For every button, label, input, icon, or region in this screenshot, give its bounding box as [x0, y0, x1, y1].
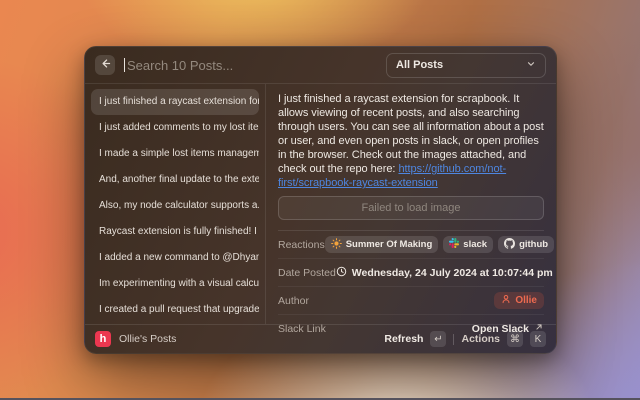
- date-posted-label: Date Posted: [278, 267, 336, 279]
- sun-icon: [331, 238, 342, 252]
- date-text: Wednesday, 24 July 2024 at 10:07:44 pm: [352, 267, 553, 279]
- person-icon: [501, 294, 511, 307]
- enter-keycap: ↵: [430, 331, 446, 347]
- date-posted-row: Date Posted Wednesday, 24 July 2024 at 1…: [278, 259, 544, 287]
- list-item[interactable]: Also, my node calculator supports a...: [91, 193, 259, 219]
- posts-list: I just finished a raycast extension for.…: [85, 84, 266, 324]
- back-button[interactable]: [95, 55, 115, 75]
- reaction-pill-summer: Summer Of Making: [325, 236, 439, 253]
- list-item[interactable]: I made a simple lost items managem...: [91, 141, 259, 167]
- slack-icon: [449, 238, 459, 251]
- detail-panel: I just finished a raycast extension for …: [266, 84, 556, 324]
- k-keycap: K: [530, 331, 546, 347]
- search-field-wrap: [124, 58, 377, 73]
- reaction-pill-github: github: [498, 236, 554, 253]
- author-name: Ollie: [515, 295, 537, 306]
- reaction-label: slack: [463, 239, 487, 250]
- footer-actions: Refresh ↵ Actions ⌘ K: [384, 331, 546, 347]
- author-row: Author Ollie: [278, 287, 544, 315]
- reactions-row: Reactions Summer Of Making slack gith: [278, 231, 544, 259]
- reactions-value: Summer Of Making slack github: [325, 236, 544, 253]
- list-item[interactable]: Im experimenting with a visual calcul...: [91, 271, 259, 297]
- chevron-down-icon: [526, 56, 536, 74]
- text-cursor: [124, 58, 125, 72]
- reaction-label: Summer Of Making: [346, 239, 433, 250]
- author-label: Author: [278, 295, 309, 307]
- list-item[interactable]: I just finished a raycast extension for.…: [91, 89, 259, 115]
- list-item[interactable]: I just added comments to my lost ite...: [91, 115, 259, 141]
- search-header: All Posts: [85, 47, 556, 84]
- filter-dropdown[interactable]: All Posts: [386, 53, 546, 78]
- content-area: I just finished a raycast extension for.…: [85, 84, 556, 324]
- post-body: I just finished a raycast extension for …: [278, 92, 544, 190]
- search-input[interactable]: [127, 58, 377, 73]
- list-item[interactable]: And, another final update to the exte...: [91, 167, 259, 193]
- image-placeholder-text: Failed to load image: [361, 202, 460, 214]
- list-item[interactable]: I added a new command to @Dhyan...: [91, 245, 259, 271]
- hackclub-logo: h: [95, 331, 111, 347]
- reaction-pill-slack: slack: [443, 236, 493, 253]
- actions-button[interactable]: Actions: [461, 333, 500, 345]
- arrow-left-icon: [100, 56, 111, 74]
- app-title: Ollie's Posts: [119, 333, 176, 345]
- refresh-button[interactable]: Refresh: [384, 333, 423, 345]
- reactions-label: Reactions: [278, 239, 325, 251]
- github-icon: [504, 238, 515, 252]
- date-posted-value: Wednesday, 24 July 2024 at 10:07:44 pm: [336, 266, 544, 280]
- footer-bar: h Ollie's Posts Refresh ↵ Actions ⌘ K: [85, 324, 556, 353]
- list-item[interactable]: Raycast extension is fully finished! I j…: [91, 219, 259, 245]
- list-item[interactable]: I created a pull request that upgrade...: [91, 297, 259, 323]
- reaction-label: github: [519, 239, 548, 250]
- raycast-window: All Posts I just finished a raycast exte…: [84, 46, 557, 354]
- filter-dropdown-value: All Posts: [396, 59, 443, 71]
- footer-separator: [453, 334, 454, 345]
- image-placeholder: Failed to load image: [278, 196, 544, 220]
- command-keycap: ⌘: [507, 331, 523, 347]
- clock-icon: [336, 266, 347, 280]
- author-pill: Ollie: [494, 292, 544, 309]
